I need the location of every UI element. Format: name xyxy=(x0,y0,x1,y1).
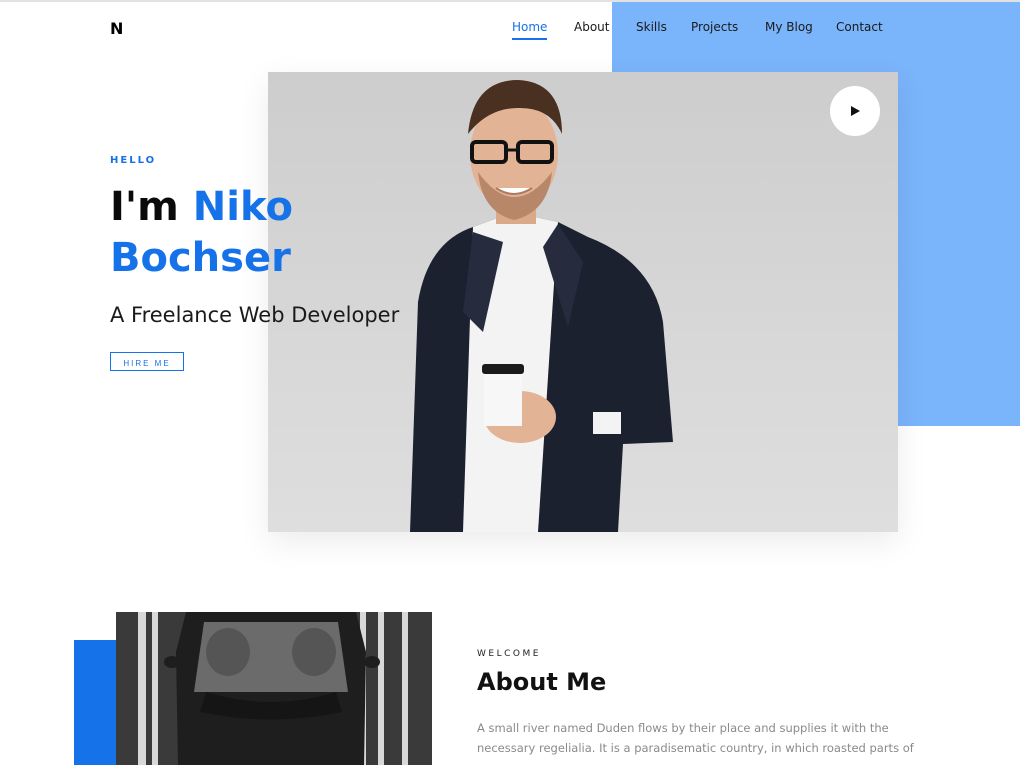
hero-title-prefix: I'm xyxy=(110,184,179,230)
play-icon xyxy=(851,106,860,116)
hero-greeting: HELLO xyxy=(110,155,157,166)
nav-about[interactable]: About xyxy=(574,20,609,38)
nav-skills[interactable]: Skills xyxy=(636,20,667,38)
nav-my-blog[interactable]: My Blog xyxy=(765,20,813,38)
about-car-image xyxy=(116,612,432,765)
hire-me-button[interactable]: HIRE ME xyxy=(110,352,184,371)
play-button[interactable] xyxy=(830,86,880,136)
site-logo[interactable]: N xyxy=(110,19,123,38)
about-title: About Me xyxy=(477,668,607,696)
nav-projects[interactable]: Projects xyxy=(691,20,738,38)
car-illustration xyxy=(116,612,432,765)
hero-subtitle: A Freelance Web Developer xyxy=(110,303,400,327)
nav-home[interactable]: Home xyxy=(512,20,548,40)
about-text: A small river named Duden flows by their… xyxy=(477,721,914,755)
about-eyebrow: WELCOME xyxy=(477,649,541,659)
nav-contact[interactable]: Contact xyxy=(836,20,883,38)
person-illustration xyxy=(410,80,673,532)
hero-title: I'm Niko Bochser xyxy=(110,182,370,284)
hero-portrait-image xyxy=(268,72,898,532)
